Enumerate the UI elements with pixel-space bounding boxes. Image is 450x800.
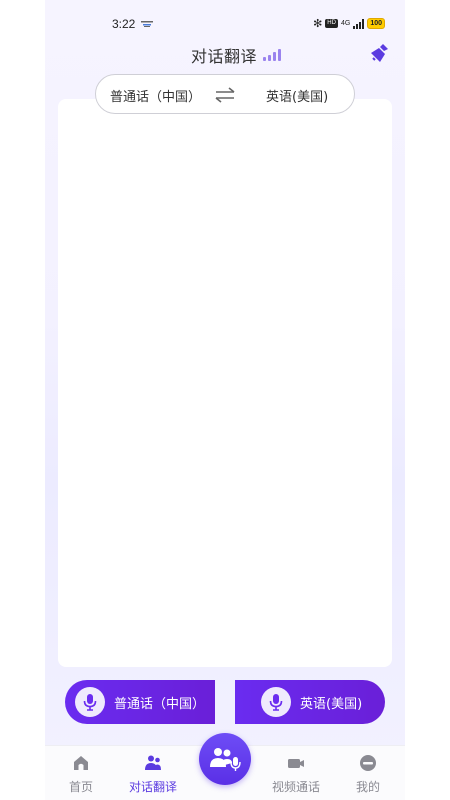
nav-item-mine[interactable]: 我的 — [338, 746, 398, 800]
hd-badge: HD — [325, 19, 338, 28]
clear-broom-icon[interactable] — [367, 42, 391, 66]
home-icon — [74, 756, 88, 770]
target-mic-button[interactable]: 英语(美国) — [235, 680, 385, 724]
audio-level-icon — [263, 49, 282, 61]
nav-label-mine: 我的 — [355, 780, 380, 794]
target-mic-label: 英语(美国) — [300, 696, 363, 712]
language-selector: 普通话（中国） 英语(美国) — [95, 74, 355, 114]
app-screen: 3:22 ✻ HD 4G 100 对话翻译 普通话（中国） 英语(美国) 普通话… — [45, 0, 405, 800]
microphone-icon — [75, 687, 105, 717]
status-icons: ✻ HD 4G 100 — [313, 17, 385, 30]
swap-languages-icon[interactable] — [214, 85, 236, 105]
nav-label-dialog-translate: 对话翻译 — [128, 780, 177, 794]
source-language[interactable]: 普通话（中国） — [110, 86, 201, 105]
notification-icon — [141, 21, 153, 27]
dialog-translate-icon — [145, 755, 161, 770]
app-header: 对话翻译 — [45, 40, 405, 70]
profile-icon — [360, 755, 376, 771]
microphone-icon — [261, 687, 291, 717]
target-language[interactable]: 英语(美国) — [266, 86, 328, 105]
nav-item-home[interactable]: 首页 — [51, 746, 111, 800]
source-mic-label: 普通话（中国） — [114, 696, 206, 712]
nav-item-video-call[interactable]: 视频通话 — [266, 746, 326, 800]
video-call-icon — [288, 759, 304, 768]
nav-label-video-call: 视频通话 — [271, 780, 320, 794]
page-title: 对话翻译 — [191, 47, 258, 66]
voice-conversation-icon — [210, 748, 241, 771]
battery-indicator: 100 — [367, 18, 385, 29]
voice-conversation-button[interactable] — [199, 733, 251, 785]
nav-item-dialog-translate[interactable]: 对话翻译 — [123, 746, 183, 800]
nav-label-home: 首页 — [68, 780, 93, 794]
conversation-panel — [58, 99, 392, 667]
bluetooth-icon: ✻ — [313, 18, 323, 30]
signal-icon — [353, 18, 365, 29]
status-time: 3:22 — [112, 17, 136, 31]
network-type: 4G — [340, 20, 351, 27]
source-mic-button[interactable]: 普通话（中国） — [65, 680, 215, 724]
